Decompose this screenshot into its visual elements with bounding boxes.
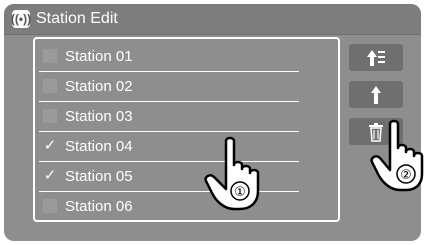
station-label: Station 05	[65, 167, 133, 185]
station-label: Station 06	[65, 197, 133, 215]
checkbox[interactable]	[43, 79, 57, 93]
callout-label: ②	[400, 168, 412, 183]
station-row[interactable]: Station 03	[39, 101, 299, 132]
station-label: Station 02	[65, 77, 133, 95]
station-row[interactable]: Station 02	[39, 71, 299, 102]
hand-pointer-icon: ①	[204, 136, 260, 211]
title-bar: ((•)) Station Edit	[4, 4, 421, 35]
station-list: Station 01 Station 02 Station 03 ✓ Stati…	[33, 37, 340, 222]
move-up-button[interactable]	[349, 81, 403, 108]
move-to-top-button[interactable]	[349, 44, 403, 71]
move-to-top-icon	[367, 49, 385, 66]
checkmark-icon[interactable]: ✓	[43, 168, 57, 183]
checkmark-icon[interactable]: ✓	[43, 138, 57, 153]
station-label: Station 03	[65, 107, 133, 125]
station-row[interactable]: Station 01	[39, 41, 299, 72]
page-title: Station Edit	[36, 10, 118, 27]
radio-icon: ((•))	[10, 10, 32, 28]
checkbox[interactable]	[43, 49, 57, 63]
station-label: Station 01	[65, 47, 133, 65]
hand-pointer-icon: ②	[370, 119, 424, 192]
checkbox[interactable]	[43, 109, 57, 123]
callout-label: ①	[234, 185, 246, 200]
station-label: Station 04	[65, 137, 133, 155]
arrow-up-icon	[371, 85, 381, 104]
checkbox[interactable]	[43, 199, 57, 213]
